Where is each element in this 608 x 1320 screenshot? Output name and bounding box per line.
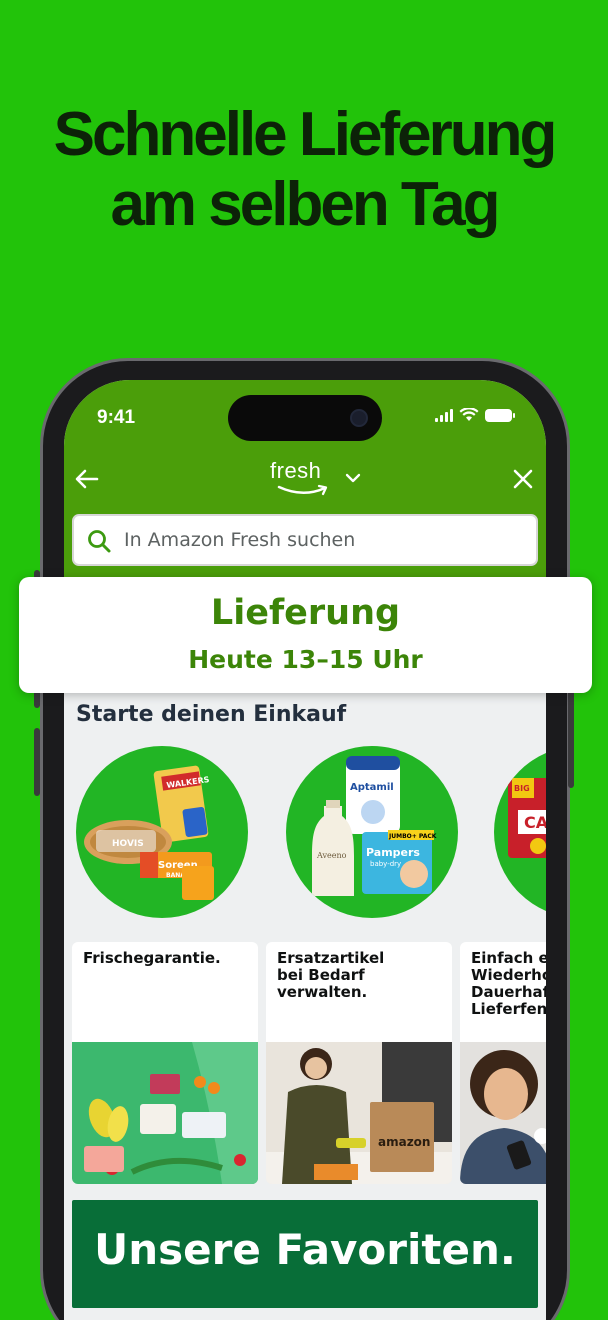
cat-label: CAT: [524, 813, 546, 832]
delivery-card[interactable]: Lieferung Heute 13–15 Uhr: [19, 577, 592, 693]
category-baby[interactable]: Aptamil Aveeno JUMBO+ PACK Pampers baby-…: [286, 746, 458, 918]
headline-line-2: am selben Tag: [110, 170, 500, 239]
baby-products-image: Aptamil Aveeno JUMBO+ PACK Pampers baby-…: [312, 756, 437, 896]
phone-screen: 9:41 fresh In Amazon Fresh suchen Starte…: [64, 380, 546, 1320]
app-header: 9:41 fresh In Amazon Fresh suchen: [64, 380, 546, 580]
favorites-banner[interactable]: Unsere Favoriten.: [72, 1200, 538, 1308]
feature-label: Ersatzartikel bei Bedarf verwalten.: [277, 949, 385, 1001]
battery-icon: [485, 408, 515, 422]
delivery-title: Lieferung: [210, 593, 401, 633]
fresh-logo[interactable]: fresh: [270, 458, 321, 484]
baby-dry-label: baby-dry: [370, 860, 401, 868]
pet-products-image: BIG CAT: [508, 778, 546, 858]
phone-power-button: [568, 680, 574, 788]
fresh-produce-image: [72, 1042, 258, 1184]
camera-icon: [350, 409, 368, 427]
hovis-label: HOVIS: [112, 839, 144, 849]
big-label: BIG: [514, 784, 530, 793]
headline: Schnelle Lieferung am selben Tag: [0, 100, 608, 240]
jumbo-pack-label: JUMBO+ PACK: [388, 833, 437, 840]
snack-products-image: WALKERS HOVIS Soreen BANANA: [84, 765, 214, 900]
delivery-time: Heute 13–15 Uhr: [188, 645, 423, 674]
search-placeholder: In Amazon Fresh suchen: [124, 529, 356, 551]
wifi-icon: [459, 408, 479, 421]
favorites-label: Unsere Favoriten.: [94, 1225, 516, 1274]
section-title: Starte deinen Einkauf: [76, 702, 347, 727]
headline-line-1: Schnelle Lieferung: [53, 100, 558, 169]
status-time: 9:41: [97, 407, 136, 428]
close-icon[interactable]: [508, 464, 538, 494]
kitchen-shopping-image: amazon: [266, 1042, 452, 1184]
feature-card-recurring-delivery[interactable]: Einfach ei Wiederho Dauerhaft Lieferfens: [460, 942, 546, 1184]
amazon-smile-icon: [277, 484, 328, 496]
feature-card-freshness[interactable]: Frischegarantie.: [72, 942, 258, 1184]
pampers-label: Pampers: [366, 846, 420, 859]
category-pet[interactable]: BIG CAT: [494, 746, 546, 918]
feature-label: Einfach ei Wiederho Dauerhaft Lieferfens: [471, 949, 546, 1018]
feature-label: Frischegarantie.: [83, 949, 221, 967]
feature-card-substitutions[interactable]: Ersatzartikel bei Bedarf verwalten. amaz…: [266, 942, 452, 1184]
search-input[interactable]: In Amazon Fresh suchen: [72, 514, 538, 566]
search-icon: [88, 530, 111, 553]
status-icons: [435, 408, 515, 422]
chevron-down-icon[interactable]: [344, 471, 362, 485]
arrow-left-icon[interactable]: [72, 464, 102, 494]
aptamil-label: Aptamil: [350, 782, 394, 793]
aveeno-label: Aveeno: [316, 851, 347, 860]
category-snacks[interactable]: WALKERS HOVIS Soreen BANANA: [76, 746, 248, 918]
amazon-box-label: amazon: [378, 1135, 430, 1149]
dynamic-island: [228, 395, 382, 441]
woman-phone-image: [460, 1042, 546, 1184]
cellular-signal-icon: [435, 408, 453, 422]
phone-volume-down: [34, 728, 40, 796]
